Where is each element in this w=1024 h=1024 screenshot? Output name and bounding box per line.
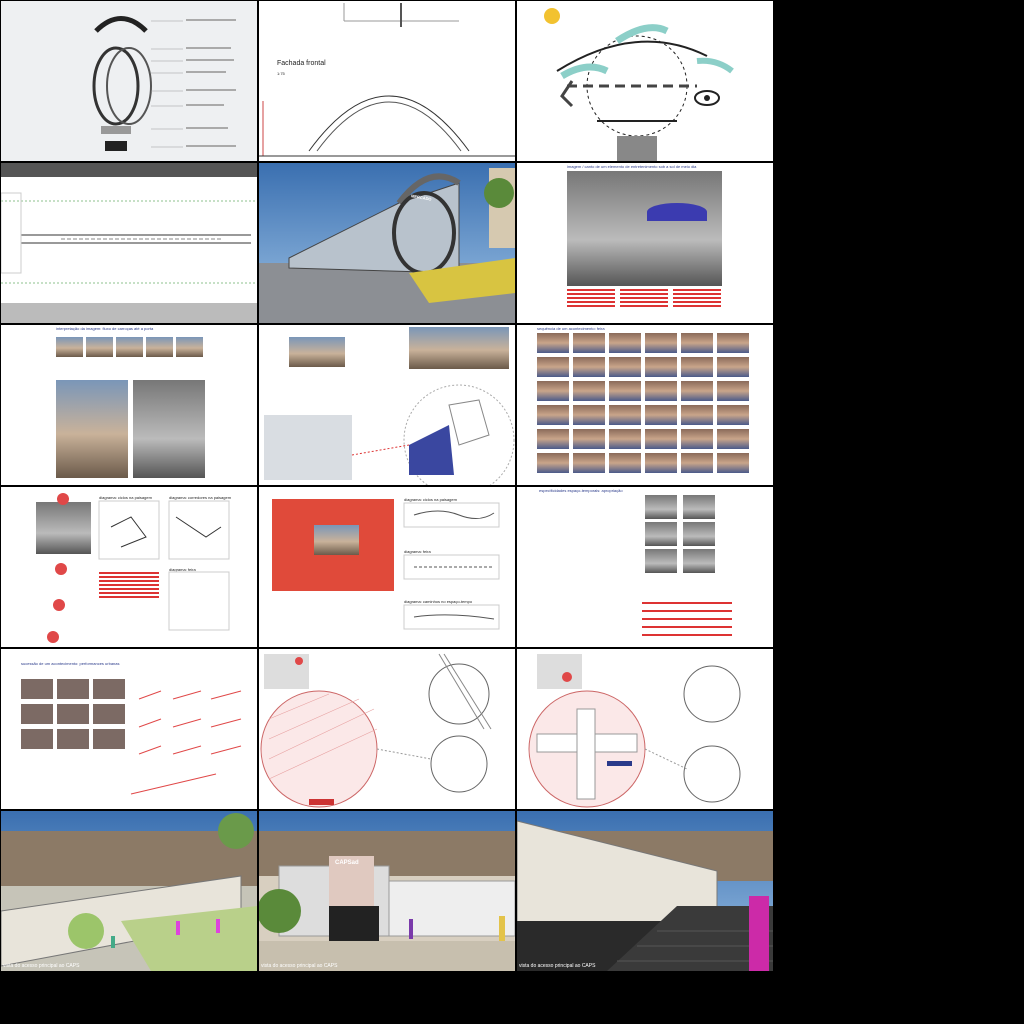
perf-photo-4 <box>683 522 715 546</box>
thumb-caps-render-3[interactable]: vista do acesso principal ao CAPS <box>517 811 773 971</box>
perf-photo-1 <box>645 495 677 519</box>
thumb-map-collage[interactable] <box>259 325 515 485</box>
facade-drawing <box>259 3 515 157</box>
thumb-exploded-structure[interactable] <box>1 1 257 161</box>
thumb-image-sequence[interactable]: interpretação da imagem: fluxo de carroç… <box>1 325 257 485</box>
thumb-photo-grid[interactable]: sequência de um acontecimento: feira <box>517 325 773 485</box>
sketch-red-text <box>99 572 159 574</box>
caps-render-1-drawing <box>1 813 257 971</box>
large-photo-right <box>133 380 205 478</box>
red-panel-drawing <box>403 502 500 630</box>
photo-grid-drawing <box>537 333 749 473</box>
sun-diagram-drawing <box>544 8 734 161</box>
thumb-diagram-sketches[interactable]: diagrama: ciclos na paisagem diagrama: c… <box>1 487 257 647</box>
large-photo-left <box>56 380 128 478</box>
thumb-caps-render-2[interactable]: CAPSad vista do acesso principal ao CAPS <box>259 811 515 971</box>
thumb-urban-performances[interactable]: sucessão de um acontecimento: performanc… <box>1 649 257 809</box>
thumb-site-plan[interactable] <box>1 163 257 323</box>
umbrella-shape <box>647 203 707 221</box>
thumb-mercado-render[interactable]: MERCADO <box>259 163 515 323</box>
perf-photo-5 <box>645 549 677 573</box>
thumbnail-grid: Fachada frontal 1:75 MERCADO imagem / ca… <box>0 0 774 972</box>
caps-render-2-drawing <box>259 831 515 971</box>
text-columns <box>567 289 722 319</box>
thumb-sun-diagram[interactable] <box>517 1 773 161</box>
thumb-red-panel[interactable]: diagrama: ciclos na paisagem diagrama: f… <box>259 487 515 647</box>
caps-caption-3: vista do acesso principal ao CAPS <box>519 963 596 969</box>
street-photo-image <box>567 171 722 286</box>
map-drawing <box>351 384 515 485</box>
thumb-circle-plan-2[interactable] <box>517 649 773 809</box>
image-sequence-heading: interpretação da imagem: fluxo de carroç… <box>56 326 154 331</box>
mercado-drawing <box>259 168 515 323</box>
street-photo-heading: imagem / canto de um elemento de entrete… <box>567 164 697 169</box>
sketch-drawing <box>47 493 230 643</box>
perf-photo-6 <box>683 549 715 573</box>
caps-render-3-drawing <box>517 820 773 971</box>
sun-icon <box>544 8 560 24</box>
caps-caption-2: vista do acesso principal ao CAPS <box>261 963 338 969</box>
perf-red-text <box>642 602 732 604</box>
thumb-street-photo[interactable]: imagem / canto de um elemento de entrete… <box>517 163 773 323</box>
perf-photo-2 <box>683 495 715 519</box>
perf-photo-3 <box>645 522 677 546</box>
thumb-circle-plan-1[interactable] <box>259 649 515 809</box>
caps-caption-1: vista do acesso principal ao CAPS <box>3 963 80 969</box>
thumb-performance-grid[interactable]: especificidades espaço-temporais: apropr… <box>517 487 773 647</box>
urban-performances-drawing <box>21 679 242 795</box>
exploded-drawing <box>92 16 236 151</box>
small-photo-row <box>56 337 206 357</box>
thumb-caps-render-1[interactable]: vista do acesso principal ao CAPS <box>1 811 257 971</box>
site-plan-drawing <box>1 163 257 323</box>
circle-plan-1-drawing <box>260 653 492 808</box>
circle-plan-2-drawing <box>528 654 741 808</box>
thumb-front-facade[interactable]: Fachada frontal 1:75 <box>259 1 515 161</box>
performance-heading: especificidades espaço-temporais: apropr… <box>539 488 623 493</box>
caps-sign: CAPSad <box>335 860 359 866</box>
